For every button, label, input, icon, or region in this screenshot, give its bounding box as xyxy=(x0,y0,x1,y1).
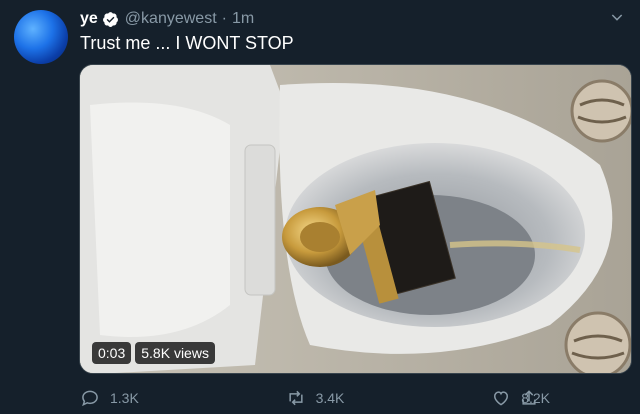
video-player[interactable] xyxy=(79,64,632,374)
reply-icon xyxy=(82,390,98,407)
handle[interactable]: @kanyewest xyxy=(125,10,217,28)
tweet-actions: 1.3K 3.4K 8.2K xyxy=(80,384,550,412)
heart-icon xyxy=(494,391,509,406)
video-duration: 0:03 xyxy=(92,342,132,364)
retweet-icon xyxy=(289,390,303,406)
video-frame xyxy=(80,65,631,373)
video-views: 5.8K views xyxy=(135,342,215,364)
reply-button[interactable]: 1.3K xyxy=(80,388,139,408)
timestamp[interactable]: 1m xyxy=(232,10,254,28)
retweet-button[interactable]: 3.4K xyxy=(286,388,345,408)
verified-badge-icon xyxy=(102,11,119,28)
display-name[interactable]: ye xyxy=(80,10,98,28)
reply-count: 1.3K xyxy=(110,390,139,406)
separator-dot: · xyxy=(221,10,227,27)
share-icon xyxy=(522,390,536,405)
video-overlay: 0:03 5.8K views xyxy=(92,342,215,364)
tweet-header: ye @kanyewest · 1m xyxy=(80,8,620,30)
tweet-text: Trust me ... I WONT STOP xyxy=(80,33,294,53)
share-button[interactable] xyxy=(519,388,539,408)
retweet-count: 3.4K xyxy=(315,390,345,406)
chevron-down-icon[interactable] xyxy=(608,8,626,26)
avatar[interactable] xyxy=(14,10,68,64)
